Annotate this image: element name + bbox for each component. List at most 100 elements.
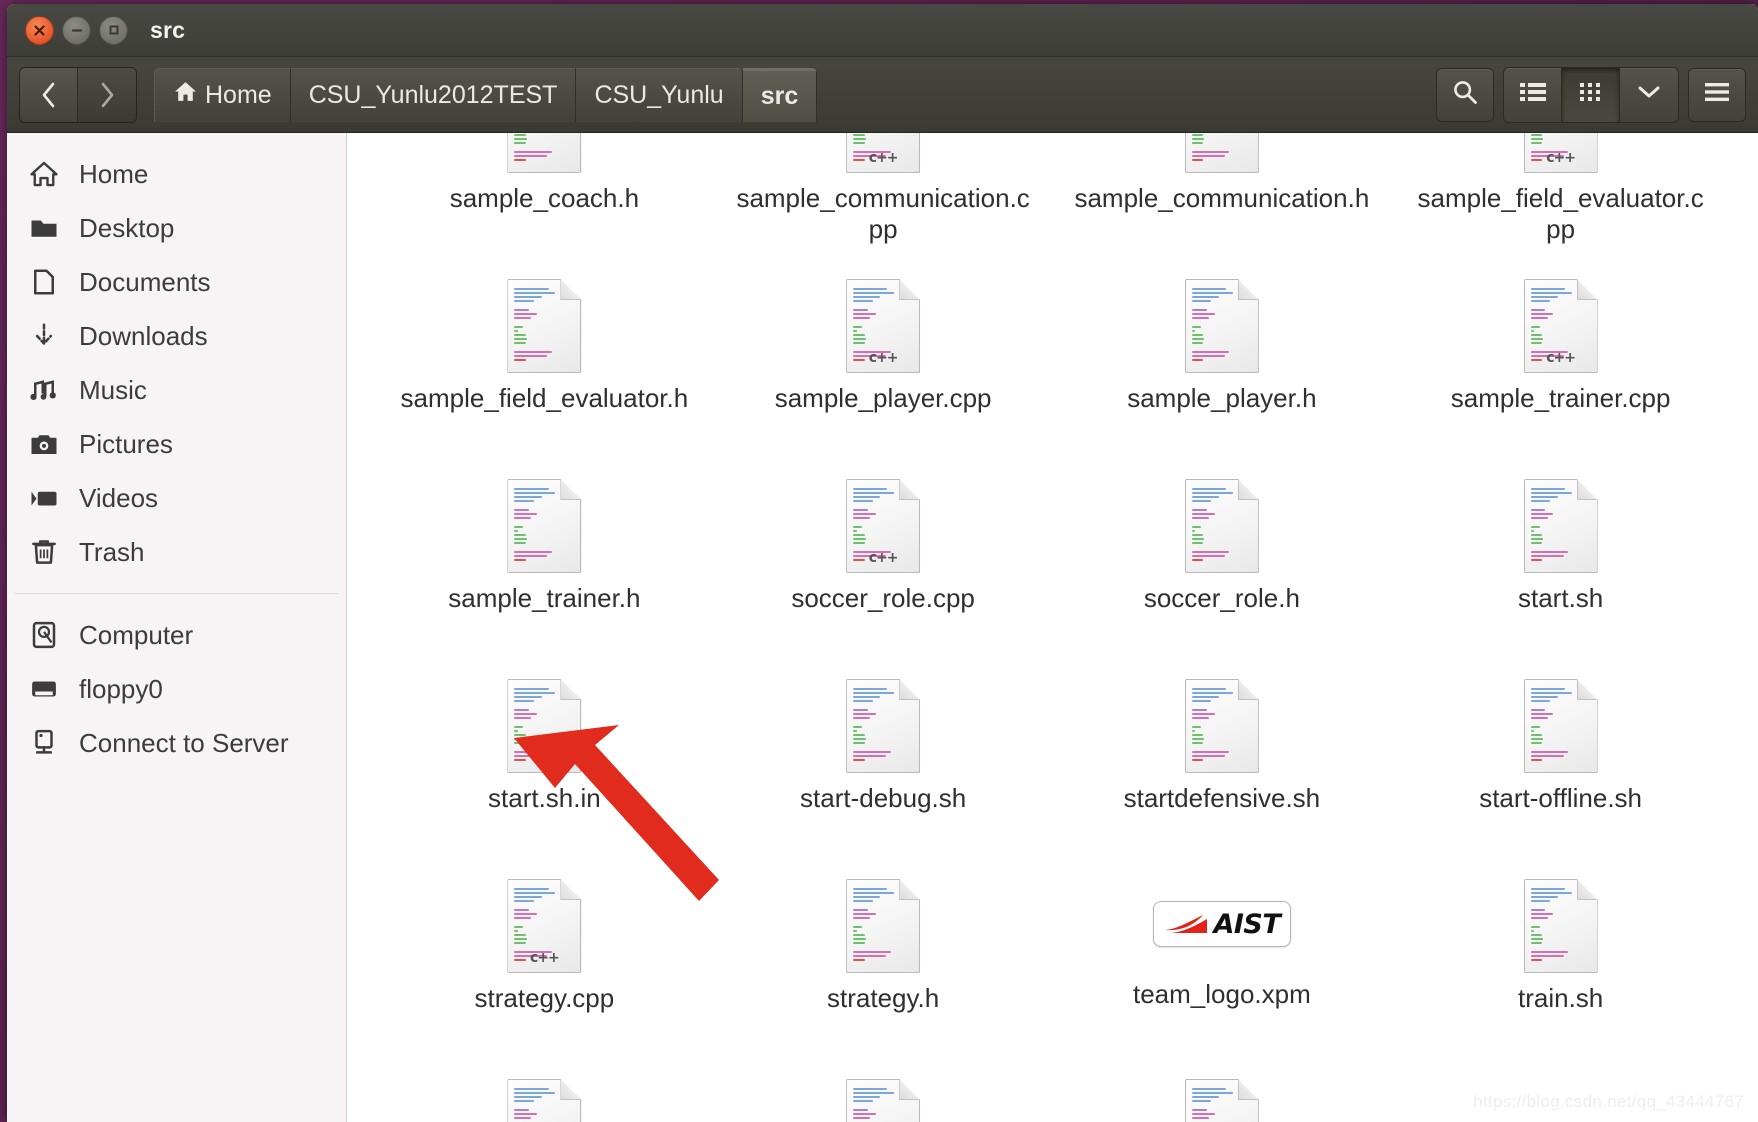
sidebar-item-label: Documents <box>79 266 211 297</box>
breadcrumb: Home CSU_Yunlu2012TEST CSU_Yunlu src <box>154 67 818 122</box>
chevron-down-icon <box>1635 82 1663 107</box>
file-name-label: start.sh <box>1518 583 1604 613</box>
sidebar-item-label: Music <box>79 374 147 405</box>
window-body: Home Desktop Documents Downloads Music P… <box>7 133 1758 1122</box>
home-icon <box>29 159 59 189</box>
file-item[interactable]: c++ sample_trainer.cpp <box>1391 265 1730 465</box>
toolbar: Home CSU_Yunlu2012TEST CSU_Yunlu src <box>7 57 1758 133</box>
breadcrumb-item-csu-yunlu2012test[interactable]: CSU_Yunlu2012TEST <box>290 67 577 122</box>
file-item[interactable]: c++view_tactical.cpp <box>714 1065 1053 1122</box>
file-item[interactable]: c++ soccer_role.cpp <box>714 465 1053 665</box>
grid-view-button[interactable] <box>1562 67 1620 122</box>
aist-logo-label: AIST <box>1213 908 1281 940</box>
file-item[interactable]: start-offline.sh <box>1391 665 1730 865</box>
view-options-button[interactable] <box>1620 67 1678 122</box>
file-icon-lines <box>853 1088 910 1122</box>
file-icon <box>846 679 921 773</box>
file-type-badge: c++ <box>1546 350 1576 366</box>
sidebar-item-documents[interactable]: Documents <box>7 255 346 309</box>
file-name-label: soccer_role.h <box>1143 583 1300 613</box>
file-grid: sample_coach.h c++ sample_communication.cp… <box>347 133 1758 1122</box>
breadcrumb-item-csu-yunlu[interactable]: CSU_Yunlu <box>576 67 743 122</box>
desktop-background: src Home CSU_Yunlu2012TEST CSU_Yunlu src… <box>0 0 1758 1122</box>
sidebar-item-videos[interactable]: Videos <box>7 471 346 525</box>
file-icon-lines <box>514 1088 571 1122</box>
file-item[interactable]: c++ sample_player.cpp <box>714 265 1053 465</box>
file-item[interactable]: sample_trainer.h <box>375 465 714 665</box>
search-button[interactable] <box>1436 67 1494 122</box>
sidebar-item-label: Computer <box>79 619 194 650</box>
file-item[interactable]: startdefensive.sh <box>1053 665 1392 865</box>
file-name-label: sample_coach.h <box>449 183 640 213</box>
file-name-label: strategy.h <box>827 983 940 1013</box>
file-name-label: start-offline.sh <box>1479 783 1643 813</box>
sidebar-item-pictures[interactable]: Pictures <box>7 417 346 471</box>
file-item[interactable]: sample_coach.h <box>375 133 714 265</box>
file-type-badge: c++ <box>868 150 899 166</box>
file-item[interactable]: soccer_role.h <box>1053 465 1392 665</box>
file-name-label: sample_trainer.h <box>448 583 641 613</box>
file-item[interactable]: sample_communication.h <box>1053 133 1392 265</box>
forward-button[interactable] <box>78 67 136 122</box>
file-manager-window: src Home CSU_Yunlu2012TEST CSU_Yunlu src… <box>7 4 1758 1122</box>
sidebar-item-downloads[interactable]: Downloads <box>7 309 346 363</box>
breadcrumb-item-src[interactable]: src <box>742 67 818 122</box>
file-icon <box>507 279 582 373</box>
sidebar-item-home[interactable]: Home <box>7 147 346 201</box>
file-icon <box>507 479 582 573</box>
view-mode-group <box>1503 66 1679 123</box>
file-icon <box>1523 479 1598 573</box>
file-item[interactable]: c++ strategy.cpp <box>375 865 714 1065</box>
file-name-label: sample_field_evaluator.cpp <box>1417 183 1704 244</box>
aist-swoosh-icon <box>1165 915 1208 933</box>
file-name-label: sample_player.h <box>1127 383 1317 413</box>
sidebar-item-trash[interactable]: Trash <box>7 525 346 579</box>
file-icon: c++ <box>1523 279 1598 373</box>
file-item[interactable]: train.sh.in <box>375 1065 714 1122</box>
sidebar-item-label: floppy0 <box>79 673 163 704</box>
maximize-button[interactable] <box>99 15 128 45</box>
file-item[interactable]: sample_player.h <box>1053 265 1392 465</box>
menu-button[interactable] <box>1688 67 1746 122</box>
sidebar-item-floppy0[interactable]: floppy0 <box>7 662 346 716</box>
file-item[interactable]: sample_field_evaluator.h <box>375 265 714 465</box>
file-item[interactable]: train.sh <box>1391 865 1730 1065</box>
file-item[interactable]: start.sh <box>1391 465 1730 665</box>
sidebar-item-desktop[interactable]: Desktop <box>7 201 346 255</box>
sidebar-item-computer[interactable]: Computer <box>7 608 346 662</box>
toolbar-buttons <box>1436 66 1746 123</box>
file-item[interactable]: c++ sample_communication.cpp <box>714 133 1053 265</box>
sidebar-item-label: Home <box>79 158 149 189</box>
back-button[interactable] <box>20 67 78 122</box>
sidebar-item-label: Desktop <box>79 212 175 243</box>
file-icon <box>507 133 582 173</box>
file-name-label: team_logo.xpm <box>1132 979 1311 1009</box>
breadcrumb-item-home[interactable]: Home <box>154 67 291 122</box>
file-item[interactable]: start.sh.in <box>375 665 714 865</box>
close-button[interactable] <box>25 15 54 45</box>
grid-view-icon <box>1579 81 1603 108</box>
file-item[interactable]: start-debug.sh <box>714 665 1053 865</box>
file-name-label: start-debug.sh <box>800 783 967 813</box>
sidebar-item-label: Downloads <box>79 320 208 351</box>
sidebar-item-music[interactable]: Music <box>7 363 346 417</box>
minimize-button[interactable] <box>62 15 91 45</box>
file-type-badge: c++ <box>868 550 899 566</box>
file-item[interactable]: view_tactical.h <box>1053 1065 1392 1122</box>
file-icon-lines <box>1191 288 1249 363</box>
file-icon <box>1184 133 1259 173</box>
camera-icon <box>29 429 59 459</box>
file-icon: c++ <box>846 1079 921 1122</box>
file-list-pane[interactable]: sample_coach.h c++ sample_communication.cp… <box>347 133 1758 1122</box>
file-item[interactable]: c++ sample_field_evaluator.cpp <box>1391 133 1730 265</box>
file-icon <box>1184 479 1259 573</box>
floppy-icon <box>29 674 59 704</box>
sidebar-item-connect-to-server[interactable]: Connect to Server <box>7 716 346 770</box>
file-icon-lines <box>514 133 571 163</box>
file-item[interactable]: AIST team_logo.xpm <box>1053 865 1392 1065</box>
list-view-button[interactable] <box>1504 67 1562 122</box>
file-icon <box>507 1079 582 1122</box>
file-name-label: train.sh <box>1517 983 1604 1013</box>
sidebar-item-label: Connect to Server <box>79 727 289 758</box>
file-item[interactable]: strategy.h <box>714 865 1053 1065</box>
